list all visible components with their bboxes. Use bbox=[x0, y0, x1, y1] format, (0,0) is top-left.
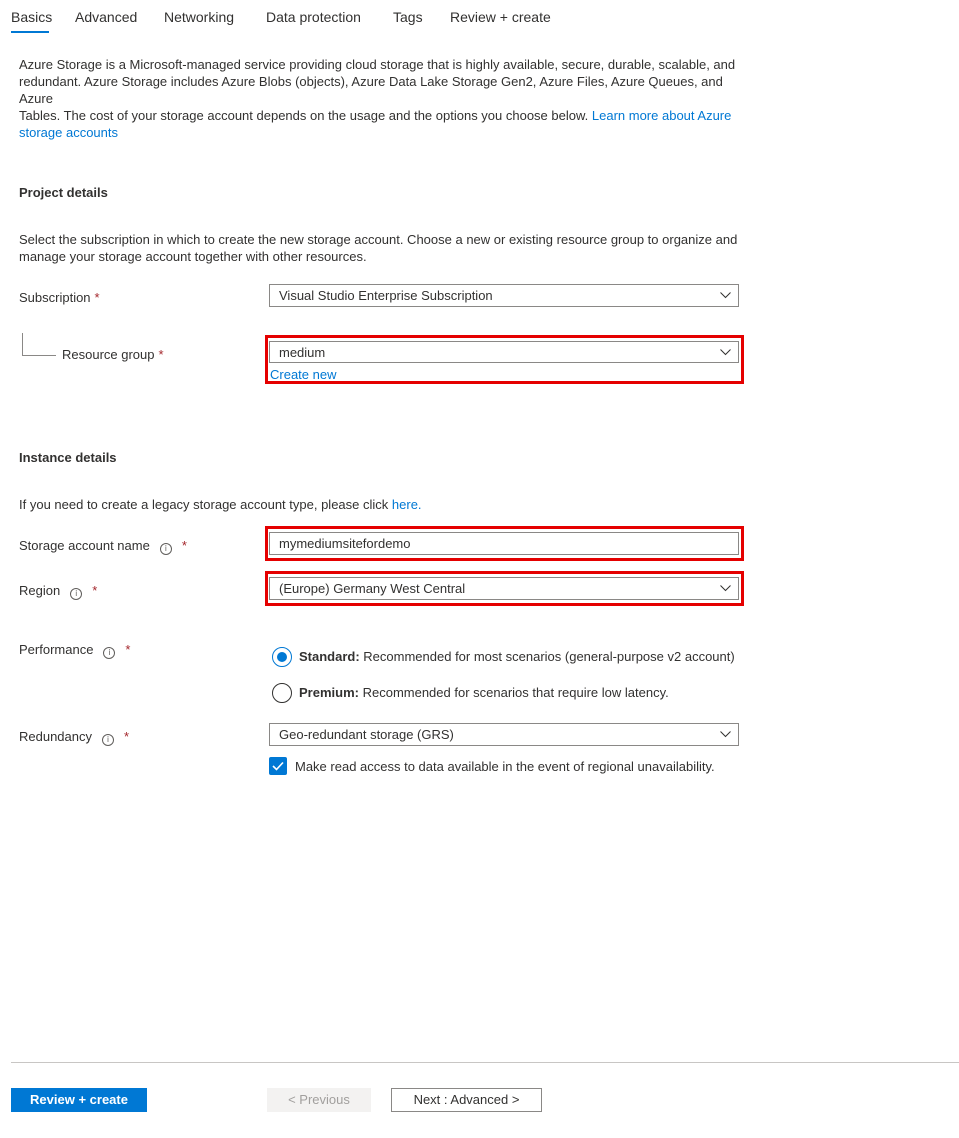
required-marker: * bbox=[124, 729, 130, 744]
tab-networking[interactable]: Networking bbox=[164, 9, 234, 25]
region-label: Region i * bbox=[19, 583, 97, 600]
intro-line-3: Tables. The cost of your storage account… bbox=[19, 107, 749, 124]
read-access-label: Make read access to data available in th… bbox=[295, 759, 715, 774]
storage-account-name-label: Storage account name i * bbox=[19, 538, 187, 555]
tab-tags[interactable]: Tags bbox=[393, 9, 423, 25]
tab-bar: Basics Advanced Networking Data protecti… bbox=[0, 0, 959, 36]
subscription-dropdown[interactable]: Visual Studio Enterprise Subscription bbox=[269, 284, 739, 307]
project-description: Select the subscription in which to crea… bbox=[19, 231, 749, 265]
footer-divider bbox=[11, 1062, 959, 1063]
performance-premium-label: Premium: Recommended for scenarios that … bbox=[299, 685, 669, 700]
previous-button[interactable]: < Previous bbox=[267, 1088, 371, 1112]
required-marker: * bbox=[158, 347, 164, 362]
region-label-text: Region bbox=[19, 583, 61, 598]
info-icon[interactable]: i bbox=[103, 647, 116, 659]
subscription-label-text: Subscription bbox=[19, 290, 91, 305]
chevron-down-icon bbox=[720, 585, 731, 592]
storage-account-name-label-text: Storage account name bbox=[19, 538, 150, 553]
checkmark-icon bbox=[272, 761, 284, 771]
required-marker: * bbox=[181, 538, 187, 553]
premium-title: Premium: bbox=[299, 685, 359, 700]
intro-text: Azure Storage is a Microsoft-managed ser… bbox=[19, 56, 749, 141]
resource-group-dropdown[interactable]: medium bbox=[269, 341, 739, 363]
project-description-line-1: Select the subscription in which to crea… bbox=[19, 232, 738, 247]
chevron-down-icon bbox=[720, 292, 731, 299]
tree-connector bbox=[22, 333, 23, 355]
standard-description: Recommended for most scenarios (general-… bbox=[363, 649, 735, 664]
standard-title: Standard: bbox=[299, 649, 360, 664]
project-description-line-2: manage your storage account together wit… bbox=[19, 249, 367, 264]
learn-more-link[interactable]: Learn more about Azure bbox=[592, 108, 731, 123]
active-tab-indicator bbox=[11, 31, 49, 33]
redundancy-dropdown[interactable]: Geo-redundant storage (GRS) bbox=[269, 723, 739, 746]
redundancy-label-text: Redundancy bbox=[19, 729, 92, 744]
intro-line-2: redundant. Azure Storage includes Azure … bbox=[19, 74, 723, 106]
next-advanced-button[interactable]: Next : Advanced > bbox=[391, 1088, 542, 1112]
region-dropdown[interactable]: (Europe) Germany West Central bbox=[269, 577, 739, 600]
chevron-down-icon bbox=[720, 731, 731, 738]
redundancy-value: Geo-redundant storage (GRS) bbox=[279, 727, 454, 742]
legacy-text: If you need to create a legacy storage a… bbox=[19, 496, 422, 513]
info-icon[interactable]: i bbox=[102, 734, 114, 746]
performance-label-text: Performance bbox=[19, 642, 94, 657]
required-marker: * bbox=[92, 583, 98, 598]
info-icon[interactable]: i bbox=[159, 543, 172, 555]
region-value: (Europe) Germany West Central bbox=[279, 581, 466, 596]
legacy-here-link[interactable]: here. bbox=[392, 497, 422, 512]
project-details-title: Project details bbox=[19, 185, 108, 200]
chevron-down-icon bbox=[720, 349, 731, 356]
resource-group-label: Resource group * bbox=[62, 347, 164, 362]
read-access-checkbox[interactable] bbox=[269, 757, 287, 775]
performance-standard-radio[interactable] bbox=[272, 647, 292, 667]
required-marker: * bbox=[125, 642, 131, 657]
resource-group-label-text: Resource group bbox=[62, 347, 155, 362]
performance-premium-radio[interactable] bbox=[272, 683, 292, 703]
storage-account-name-input[interactable]: mymediumsitefordemo bbox=[269, 532, 739, 555]
learn-more-link-cont[interactable]: storage accounts bbox=[19, 125, 118, 140]
review-create-button[interactable]: Review + create bbox=[11, 1088, 147, 1112]
info-icon[interactable]: i bbox=[70, 588, 83, 600]
create-new-link[interactable]: Create new bbox=[270, 367, 336, 382]
legacy-text-content: If you need to create a legacy storage a… bbox=[19, 497, 389, 512]
tab-review-create[interactable]: Review + create bbox=[450, 9, 551, 25]
subscription-label: Subscription * bbox=[19, 290, 100, 305]
performance-label: Performance i * bbox=[19, 642, 130, 659]
performance-standard-label: Standard: Recommended for most scenarios… bbox=[299, 649, 735, 664]
intro-line-3-text: Tables. The cost of your storage account… bbox=[19, 108, 589, 123]
redundancy-label: Redundancy i * bbox=[19, 729, 129, 746]
tab-data-protection[interactable]: Data protection bbox=[266, 9, 361, 25]
required-marker: * bbox=[94, 290, 100, 305]
tree-connector-horizontal bbox=[22, 355, 56, 356]
tab-advanced[interactable]: Advanced bbox=[75, 9, 137, 25]
intro-line-1: Azure Storage is a Microsoft-managed ser… bbox=[19, 57, 736, 72]
tab-basics[interactable]: Basics bbox=[11, 9, 52, 25]
premium-description: Recommended for scenarios that require l… bbox=[362, 685, 669, 700]
instance-details-title: Instance details bbox=[19, 450, 117, 465]
subscription-value: Visual Studio Enterprise Subscription bbox=[279, 288, 493, 303]
resource-group-value: medium bbox=[279, 345, 326, 360]
